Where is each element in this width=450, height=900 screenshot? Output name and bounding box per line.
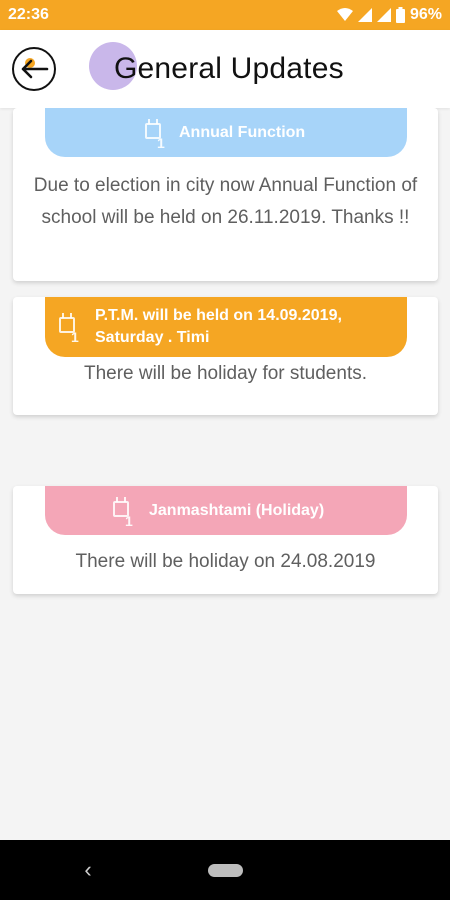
arrow-left-icon — [21, 59, 49, 79]
signal-icon — [357, 8, 372, 22]
update-body: There will be holiday on 24.08.2019 — [75, 551, 376, 572]
signal-icon — [376, 8, 391, 22]
back-button[interactable] — [12, 47, 56, 91]
calendar-icon: 1 — [111, 496, 137, 529]
battery-icon — [395, 7, 405, 23]
update-header: 1 Janmashtami (Holiday) — [45, 486, 407, 535]
calendar-icon: 1 — [143, 118, 169, 151]
calendar-icon: 1 — [57, 313, 83, 345]
wifi-icon — [336, 8, 353, 22]
update-header: 1 P.T.M. will be held on 14.09.2019, Sat… — [45, 297, 407, 357]
update-card[interactable]: 1 Annual Function Due to election in cit… — [13, 108, 438, 281]
app-bar: General Updates — [0, 30, 450, 108]
update-header: 1 Annual Function — [45, 108, 407, 157]
status-icons: 96% — [336, 6, 442, 24]
update-body: There will be holiday for students. — [83, 363, 368, 384]
nav-back-button[interactable]: ‹ — [78, 858, 98, 882]
update-title: Annual Function — [179, 123, 306, 141]
page-title: General Updates — [114, 52, 344, 85]
home-pill-icon[interactable] — [208, 864, 243, 877]
battery-percent: 96% — [409, 6, 442, 23]
status-bar: 22:36 96% — [0, 0, 450, 30]
update-title: P.T.M. will be held on 14.09.2019, Satur… — [95, 307, 342, 346]
update-card[interactable]: 1 Janmashtami (Holiday) There will be ho… — [13, 486, 438, 594]
status-time: 22:36 — [8, 6, 49, 23]
update-title: Janmashtami (Holiday) — [149, 501, 325, 519]
updates-list[interactable]: 1 Annual Function Due to election in cit… — [0, 108, 450, 840]
system-nav-bar: ‹ — [0, 840, 450, 900]
update-card[interactable]: 1 P.T.M. will be held on 14.09.2019, Sat… — [13, 297, 438, 415]
update-body: Due to election in city now Annual Funct… — [33, 175, 418, 228]
